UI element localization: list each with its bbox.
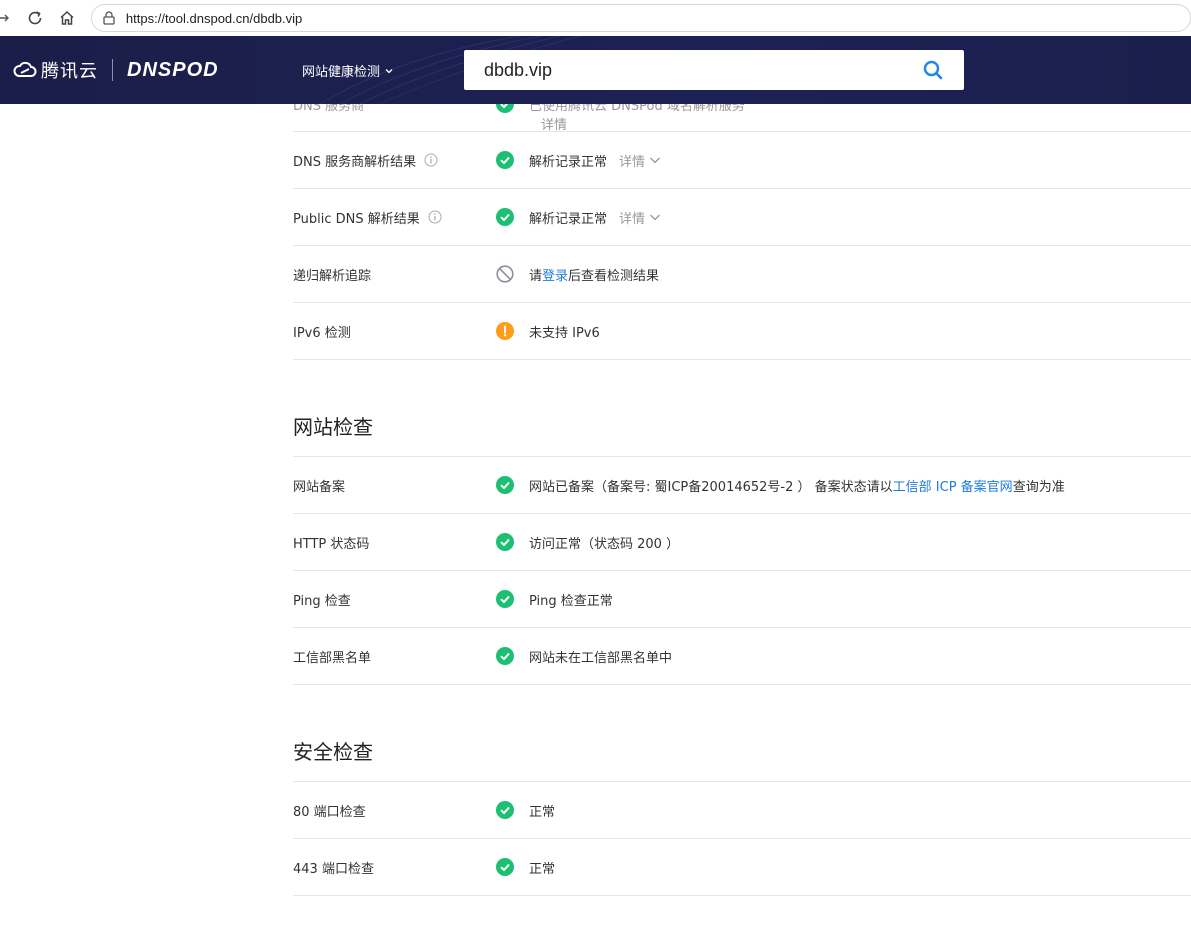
section-title-site: 网站检查 xyxy=(293,360,1191,457)
row-label: IPv6 检测 xyxy=(293,325,351,341)
check-ok-icon xyxy=(496,533,514,551)
info-icon[interactable] xyxy=(428,210,442,224)
icp-filing-link[interactable]: 工信部 ICP 备案官网 xyxy=(893,476,1013,495)
login-link[interactable]: 登录 xyxy=(542,265,568,284)
check-ok-icon xyxy=(496,104,514,113)
row-label: DNS 服务商解析结果 xyxy=(293,151,438,170)
check-ok-icon xyxy=(496,801,514,819)
row-value: 正常 xyxy=(529,861,556,877)
check-ok-icon xyxy=(496,476,514,494)
row-label: 80 端口检查 xyxy=(293,804,366,820)
detail-toggle[interactable]: 详情 xyxy=(541,114,745,131)
row-value-prefix: 网站已备案（备案号: 蜀ICP备20014652号-2 ） 备案状态请以 xyxy=(529,479,893,495)
check-ok-icon xyxy=(496,151,514,169)
check-ok-icon xyxy=(496,590,514,608)
site-info-icon[interactable] xyxy=(100,9,118,27)
row-label: 443 端口检查 xyxy=(293,861,374,877)
nav-label: 网站健康检测 xyxy=(302,65,381,80)
browser-toolbar: https://tool.dnspod.cn/dbdb.vip xyxy=(0,0,1191,36)
chevron-down-icon xyxy=(650,214,660,221)
row-value: 网站已备案（备案号: 蜀ICP备20014652号-2 ） 备案状态请以 工信部 … xyxy=(529,476,1065,495)
row-value: 解析记录正常 详情 xyxy=(529,208,661,227)
row-value: 解析记录正常 详情 xyxy=(529,151,661,170)
site-header: 腾讯云 DNSPOD 网站健康检测 xyxy=(0,36,1191,104)
row-site-filing: 网站备案 网站已备案（备案号: 蜀ICP备20014652号-2 ） 备案状态请… xyxy=(293,457,1191,514)
detail-label: 详情 xyxy=(619,154,646,170)
brand-divider xyxy=(112,59,113,81)
row-label: 递归解析追踪 xyxy=(293,268,372,284)
row-value-text: 已使用腾讯云 DNSPod 域名解析服务 xyxy=(529,104,745,114)
row-value: 已使用腾讯云 DNSPod 域名解析服务 详情 xyxy=(529,104,745,131)
row-value: 网站未在工信部黑名单中 xyxy=(529,650,673,666)
row-ipv6-check: IPv6 检测 未支持 IPv6 xyxy=(293,303,1191,360)
row-dns-provider: DNS 服务商 已使用腾讯云 DNSPod 域名解析服务 详情 xyxy=(293,104,1191,132)
brand-logo[interactable]: 腾讯云 DNSPOD xyxy=(12,57,219,83)
forward-icon[interactable] xyxy=(0,8,14,28)
row-label-text: DNS 服务商解析结果 xyxy=(293,154,417,170)
row-value-suffix: 查询为准 xyxy=(1012,479,1065,495)
row-dns-provider-resolution: DNS 服务商解析结果 解析记录正常 详情 xyxy=(293,132,1191,189)
row-value-text: 解析记录正常 xyxy=(529,154,608,170)
row-label: HTTP 状态码 xyxy=(293,536,370,552)
check-results: DNS 服务商 已使用腾讯云 DNSPod 域名解析服务 详情 DNS 服务商解… xyxy=(293,104,1191,896)
row-http-status: HTTP 状态码 访问正常（状态码 200 ） xyxy=(293,514,1191,571)
row-value-prefix: 请 xyxy=(529,268,543,284)
detail-toggle[interactable]: 详情 xyxy=(619,151,661,170)
detail-label: 详情 xyxy=(619,211,646,227)
row-port-443: 443 端口检查 正常 xyxy=(293,839,1191,896)
reload-icon[interactable] xyxy=(26,8,46,28)
warning-icon xyxy=(496,322,514,340)
address-bar[interactable]: https://tool.dnspod.cn/dbdb.vip xyxy=(90,4,1191,32)
brand-cn-text: 腾讯云 xyxy=(41,61,98,82)
row-value: Ping 检查正常 xyxy=(529,593,613,609)
chevron-down-icon xyxy=(650,157,660,164)
row-value-text: 解析记录正常 xyxy=(529,211,608,227)
row-value: 请登录 后查看检测结果 xyxy=(529,265,659,284)
row-public-dns-resolution: Public DNS 解析结果 解析记录正常 详情 xyxy=(293,189,1191,246)
disabled-icon xyxy=(496,265,514,283)
row-label-text: Public DNS 解析结果 xyxy=(293,211,420,227)
search-icon[interactable] xyxy=(922,59,944,81)
row-port-80: 80 端口检查 正常 xyxy=(293,782,1191,839)
url-text[interactable]: https://tool.dnspod.cn/dbdb.vip xyxy=(126,11,302,26)
row-miit-blacklist: 工信部黑名单 网站未在工信部黑名单中 xyxy=(293,628,1191,685)
domain-search-input[interactable] xyxy=(484,59,904,81)
check-ok-icon xyxy=(496,647,514,665)
check-ok-icon xyxy=(496,858,514,876)
row-value: 未支持 IPv6 xyxy=(529,325,600,341)
tencent-cloud-icon xyxy=(13,61,37,77)
row-label: Ping 检查 xyxy=(293,593,351,609)
row-recursive-trace: 递归解析追踪 请登录 后查看检测结果 xyxy=(293,246,1191,303)
home-icon[interactable] xyxy=(57,8,77,28)
nav-health-check-dropdown[interactable]: 网站健康检测 xyxy=(302,61,394,80)
brand-en-text: DNSPOD xyxy=(127,58,219,81)
domain-search-box xyxy=(464,50,964,90)
row-value: 访问正常（状态码 200 ） xyxy=(529,536,680,552)
row-value: 正常 xyxy=(529,804,556,820)
section-title-security: 安全检查 xyxy=(293,685,1191,782)
row-label: 网站备案 xyxy=(293,479,346,495)
row-ping-check: Ping 检查 Ping 检查正常 xyxy=(293,571,1191,628)
chevron-down-icon xyxy=(385,68,393,73)
detail-toggle[interactable]: 详情 xyxy=(619,208,661,227)
row-value-suffix: 后查看检测结果 xyxy=(568,268,660,284)
row-label: Public DNS 解析结果 xyxy=(293,208,442,227)
row-label: DNS 服务商 xyxy=(293,104,365,114)
info-icon[interactable] xyxy=(424,153,438,167)
row-label: 工信部黑名单 xyxy=(293,650,372,666)
check-ok-icon xyxy=(496,208,514,226)
